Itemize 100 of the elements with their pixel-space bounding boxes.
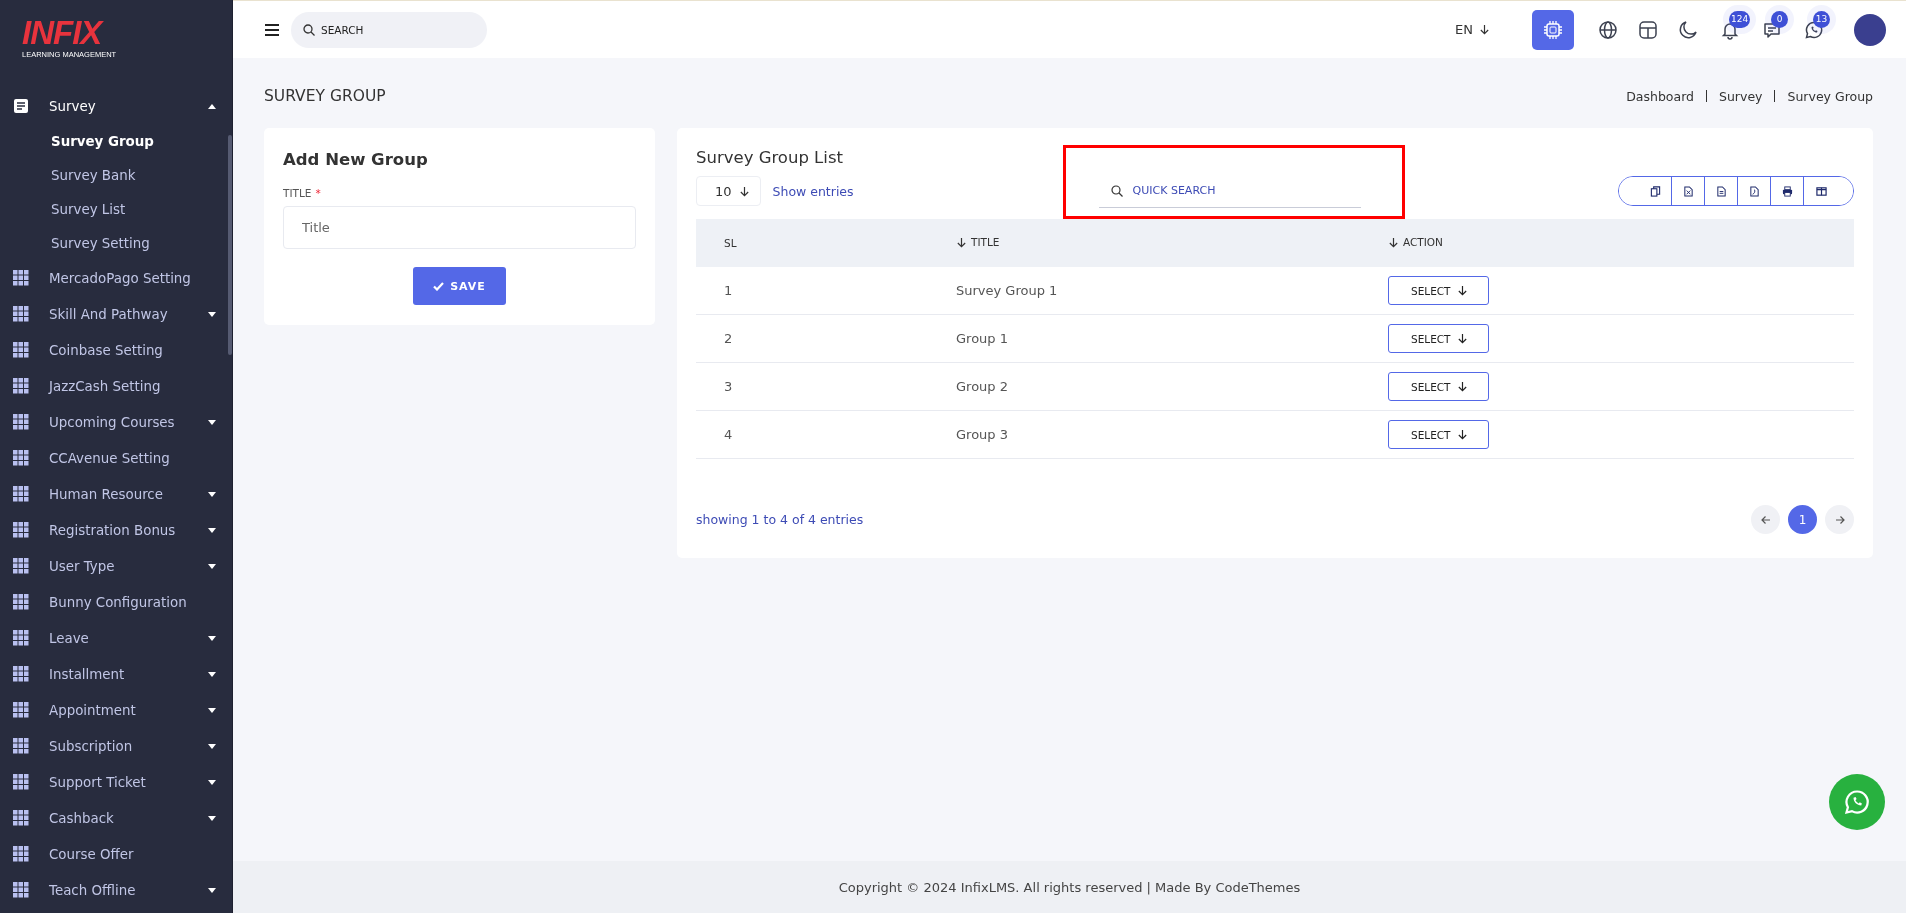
select-button[interactable]: SELECT — [1388, 372, 1489, 401]
table-cell: 4 — [724, 427, 733, 442]
field-label: TITLE — [283, 187, 312, 199]
sidebar-item[interactable]: MercadoPago Setting — [0, 260, 232, 296]
grid-icon — [13, 378, 29, 394]
check-icon — [433, 281, 445, 291]
column-header[interactable]: TITLE — [956, 236, 1000, 249]
file-icon — [1682, 185, 1694, 197]
sidebar-item[interactable]: Bunny Configuration — [0, 584, 232, 620]
page-title: SURVEY GROUP — [264, 87, 386, 105]
sidebar-item[interactable]: Appointment — [0, 692, 232, 728]
arrow-down-icon — [1456, 285, 1468, 296]
next-page-button[interactable] — [1825, 505, 1854, 534]
grid-icon — [13, 846, 29, 862]
save-button[interactable]: SAVE — [413, 267, 506, 305]
grid-icon — [13, 810, 29, 826]
sidebar-subitem[interactable]: Survey Group — [0, 124, 232, 158]
sidebar-item[interactable]: Survey — [0, 88, 232, 124]
sidebar-item[interactable]: Installment — [0, 656, 232, 692]
arrow-left-icon — [1760, 514, 1771, 525]
count-badge: 13 — [1813, 10, 1830, 28]
sidebar-item[interactable]: Teach Offline — [0, 872, 232, 908]
show-entries-label: Show entries — [772, 183, 854, 199]
card-title: Add New Group — [283, 150, 429, 169]
moon-icon — [1678, 19, 1698, 40]
grid-icon — [13, 630, 29, 646]
arrow-down-icon — [738, 185, 750, 197]
file-icon — [1715, 185, 1727, 197]
sidebar-subitem[interactable]: Survey Bank — [0, 158, 232, 192]
notification-button[interactable]: 0 — [1752, 9, 1792, 50]
grid-icon — [13, 342, 29, 358]
print-icon — [1781, 185, 1793, 197]
notification-button[interactable]: 124 — [1710, 9, 1750, 50]
previous-page-button[interactable] — [1751, 505, 1780, 534]
page-button[interactable]: 1 — [1788, 505, 1817, 534]
grid-icon — [13, 702, 29, 718]
grid-icon — [13, 594, 29, 610]
sidebar-item[interactable]: Subscription — [0, 728, 232, 764]
whatsapp-button[interactable] — [1829, 774, 1885, 830]
table-cell: 2 — [724, 331, 733, 346]
entries-summary: showing 1 to 4 of 4 entries — [696, 512, 864, 527]
copyright-text: Copyright © 2024 InfixLMS. All rights reserved | Made By CodeThemes — [838, 879, 1301, 895]
table-cell: Group 1 — [956, 331, 1008, 346]
sidebar-subitem[interactable]: Survey List — [0, 192, 232, 226]
language-selector[interactable]: EN — [1449, 21, 1496, 38]
page-size-select[interactable]: 10 — [696, 176, 761, 206]
search-icon — [1110, 185, 1123, 197]
column-header[interactable]: ACTION — [1388, 236, 1443, 249]
columns-icon — [1816, 185, 1827, 197]
sort-icon — [1388, 236, 1399, 248]
copy-icon — [1650, 185, 1661, 197]
sidebar-item[interactable]: Registration Bonus — [0, 512, 232, 548]
table-cell: Group 2 — [956, 379, 1008, 394]
grid-icon — [13, 450, 29, 466]
notification-button[interactable]: 13 — [1794, 9, 1834, 50]
breadcrumb-item[interactable]: Dashboard — [1626, 88, 1694, 104]
scrollbar[interactable] — [228, 135, 232, 355]
sidebar-item[interactable]: Leave — [0, 620, 232, 656]
arrow-down-icon — [1456, 381, 1468, 392]
sidebar-item[interactable]: Skill And Pathway — [0, 296, 232, 332]
breadcrumb-item: Survey Group — [1787, 88, 1873, 104]
select-button[interactable]: SELECT — [1388, 276, 1489, 305]
breadcrumb-item[interactable]: Survey — [1719, 88, 1763, 104]
sidebar-item[interactable]: User Type — [0, 548, 232, 584]
grid-icon — [13, 558, 29, 574]
sidebar-item[interactable]: CCAvenue Setting — [0, 440, 232, 476]
arrow-down-icon — [1479, 24, 1490, 35]
required-mark: * — [315, 187, 321, 199]
avatar[interactable] — [1854, 13, 1886, 46]
sidebar-item[interactable]: Human Resource — [0, 476, 232, 512]
sidebar-item[interactable]: Support Ticket — [0, 764, 232, 800]
sidebar-subitem[interactable]: Survey Setting — [0, 226, 232, 260]
count-badge: 124 — [1729, 10, 1751, 28]
select-button[interactable]: SELECT — [1388, 324, 1489, 353]
globe-icon — [1598, 19, 1618, 40]
sidebar-item[interactable]: Cashback — [0, 800, 232, 836]
sidebar-item[interactable]: Upcoming Courses — [0, 404, 232, 440]
quick-search-field[interactable]: QUICK SEARCH — [1098, 174, 1361, 208]
export-button[interactable] — [1803, 177, 1853, 205]
grid-icon — [13, 306, 29, 322]
menu-icon[interactable] — [265, 23, 279, 36]
arrow-right-icon — [1834, 514, 1845, 525]
grid-icon — [13, 738, 29, 754]
grid-icon — [13, 486, 29, 502]
select-button[interactable]: SELECT — [1388, 420, 1489, 449]
ai-button[interactable] — [1532, 9, 1574, 50]
column-header: SL — [724, 237, 737, 249]
grid-icon — [13, 522, 29, 538]
grid-icon — [13, 882, 29, 898]
sidebar-item[interactable]: Coinbase Setting — [0, 332, 232, 368]
sidebar-item[interactable]: Course Offer — [0, 836, 232, 872]
phone-chat-icon — [1843, 788, 1871, 816]
sidebar-item[interactable]: JazzCash Setting — [0, 368, 232, 404]
card-title: Survey Group List — [696, 148, 844, 167]
search-field[interactable]: SEARCH — [291, 11, 487, 48]
title-input[interactable]: Title — [283, 206, 636, 249]
table-cell: 3 — [724, 379, 733, 394]
sort-icon — [956, 236, 967, 248]
count-badge: 0 — [1771, 10, 1788, 28]
grid-icon — [13, 414, 29, 430]
